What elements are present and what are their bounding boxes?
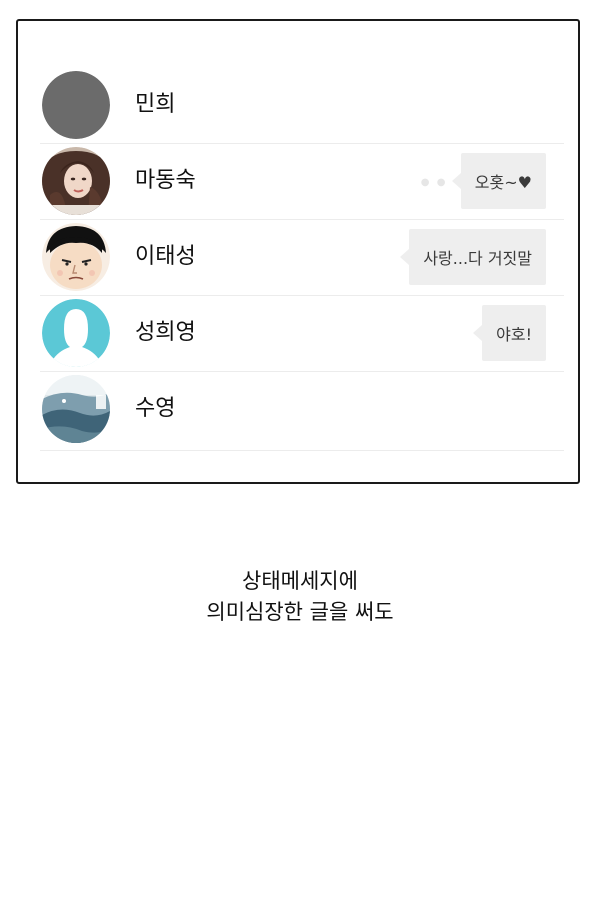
friend-name: 마동숙 xyxy=(135,168,196,193)
default-profile-avatar[interactable] xyxy=(42,299,110,367)
man-drawing-avatar[interactable] xyxy=(42,223,110,291)
friend-row-suyoung[interactable]: 수영 xyxy=(40,372,564,451)
friend-name: 수영 xyxy=(135,396,176,421)
friend-list: 민희 마동숙 ● ● 오홋~♥ 이태성 사랑...다 거짓말 성희영 야호! 수… xyxy=(40,68,564,451)
caption-line: 의미심장한 글을 써도 xyxy=(206,600,394,624)
friend-list-panel: 민희 마동숙 ● ● 오홋~♥ 이태성 사랑...다 거짓말 성희영 야호! 수… xyxy=(16,19,580,484)
status-message-text: 사랑...다 거짓말 xyxy=(423,249,532,268)
status-message-text: 야호! xyxy=(496,325,532,344)
bubble-dots-decoration: ● ● xyxy=(420,177,448,188)
friend-row-sunghuiyoung[interactable]: 성희영 야호! xyxy=(40,296,564,372)
friend-name: 성희영 xyxy=(135,320,196,345)
status-message-bubble: ● ● 오홋~♥ xyxy=(421,153,546,209)
caption-line: 상태메세지에 xyxy=(242,569,358,593)
landscape-photo-avatar[interactable] xyxy=(42,375,110,443)
status-message-bubble: 사랑...다 거짓말 xyxy=(400,229,546,285)
friend-name: 민희 xyxy=(135,92,176,117)
friend-row-minhee[interactable]: 민희 xyxy=(40,68,564,144)
friend-row-leetaesung[interactable]: 이태성 사랑...다 거짓말 xyxy=(40,220,564,296)
gray-circle-avatar[interactable] xyxy=(42,71,110,139)
caption-text: 상태메세지에 의미심장한 글을 써도 xyxy=(0,566,600,628)
woman-photo-avatar[interactable] xyxy=(42,147,110,215)
status-message-text: 오홋~♥ xyxy=(474,173,532,192)
status-message-bubble: 야호! xyxy=(473,305,546,361)
friend-row-madongsuk[interactable]: 마동숙 ● ● 오홋~♥ xyxy=(40,144,564,220)
friend-name: 이태성 xyxy=(135,244,196,269)
